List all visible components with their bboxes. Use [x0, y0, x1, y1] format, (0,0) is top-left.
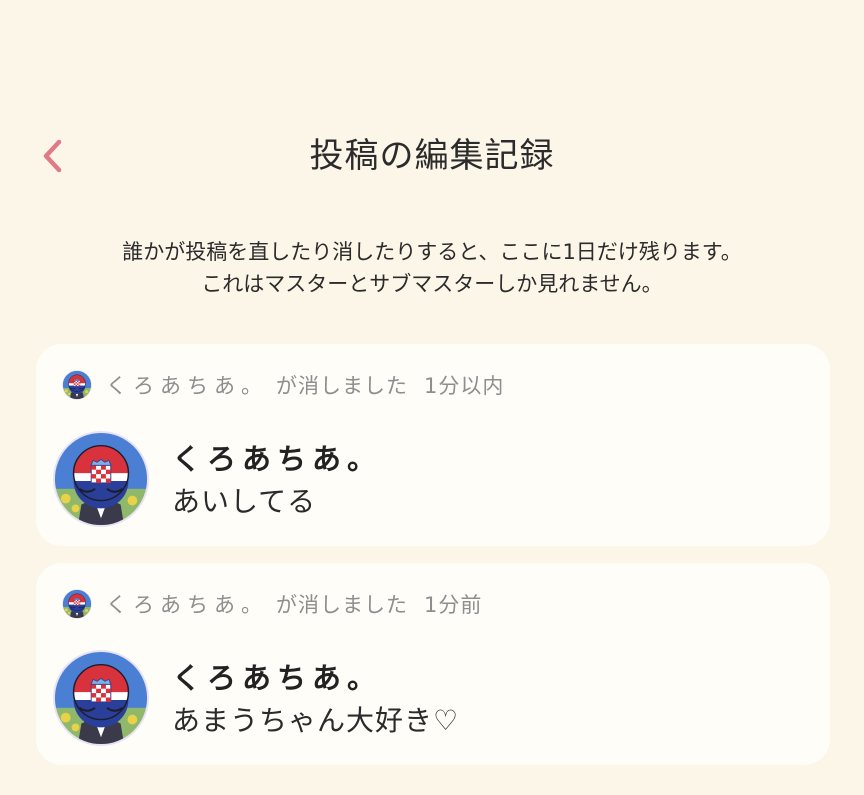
- edit-record-card: くろあちあ。 が消しました 1分以内 くろあちあ。 あいしてる: [36, 344, 830, 546]
- log-username: くろあちあ。: [106, 374, 268, 398]
- notice-line-2: これはマスターとサブマスターしか見れません。: [201, 272, 663, 296]
- record-log-line: くろあちあ。 が消しました 1分前: [62, 587, 482, 621]
- log-action: が消しました: [276, 593, 408, 617]
- user-avatar-small: [62, 370, 92, 400]
- user-avatar-small: [62, 589, 92, 619]
- log-username: くろあちあ。: [106, 593, 268, 617]
- author-avatar: [52, 430, 150, 528]
- page-title: 投稿の編集記録: [309, 136, 555, 176]
- record-log-line: くろあちあ。 が消しました 1分以内: [62, 368, 504, 402]
- log-timestamp: 1分前: [424, 593, 483, 617]
- author-avatar: [52, 649, 150, 747]
- header: 投稿の編集記録: [0, 128, 864, 184]
- post-body: あまうちゃん大好き♡: [172, 704, 460, 737]
- post-author-name: くろあちあ。: [172, 442, 383, 476]
- edit-record-card: くろあちあ。 が消しました 1分前 くろあちあ。 あまうちゃん大好き♡: [36, 563, 830, 765]
- post-body: あいしてる: [172, 485, 317, 518]
- log-action: が消しました: [276, 374, 408, 398]
- notice-line-1: 誰かが投稿を直したり消したりすると、ここに1日だけ残ります。: [122, 240, 742, 264]
- post-author-name: くろあちあ。: [172, 661, 383, 695]
- notice-text: 誰かが投稿を直したり消したりすると、ここに1日だけ残ります。 これはマスターとサ…: [0, 236, 864, 300]
- log-timestamp: 1分以内: [424, 374, 505, 398]
